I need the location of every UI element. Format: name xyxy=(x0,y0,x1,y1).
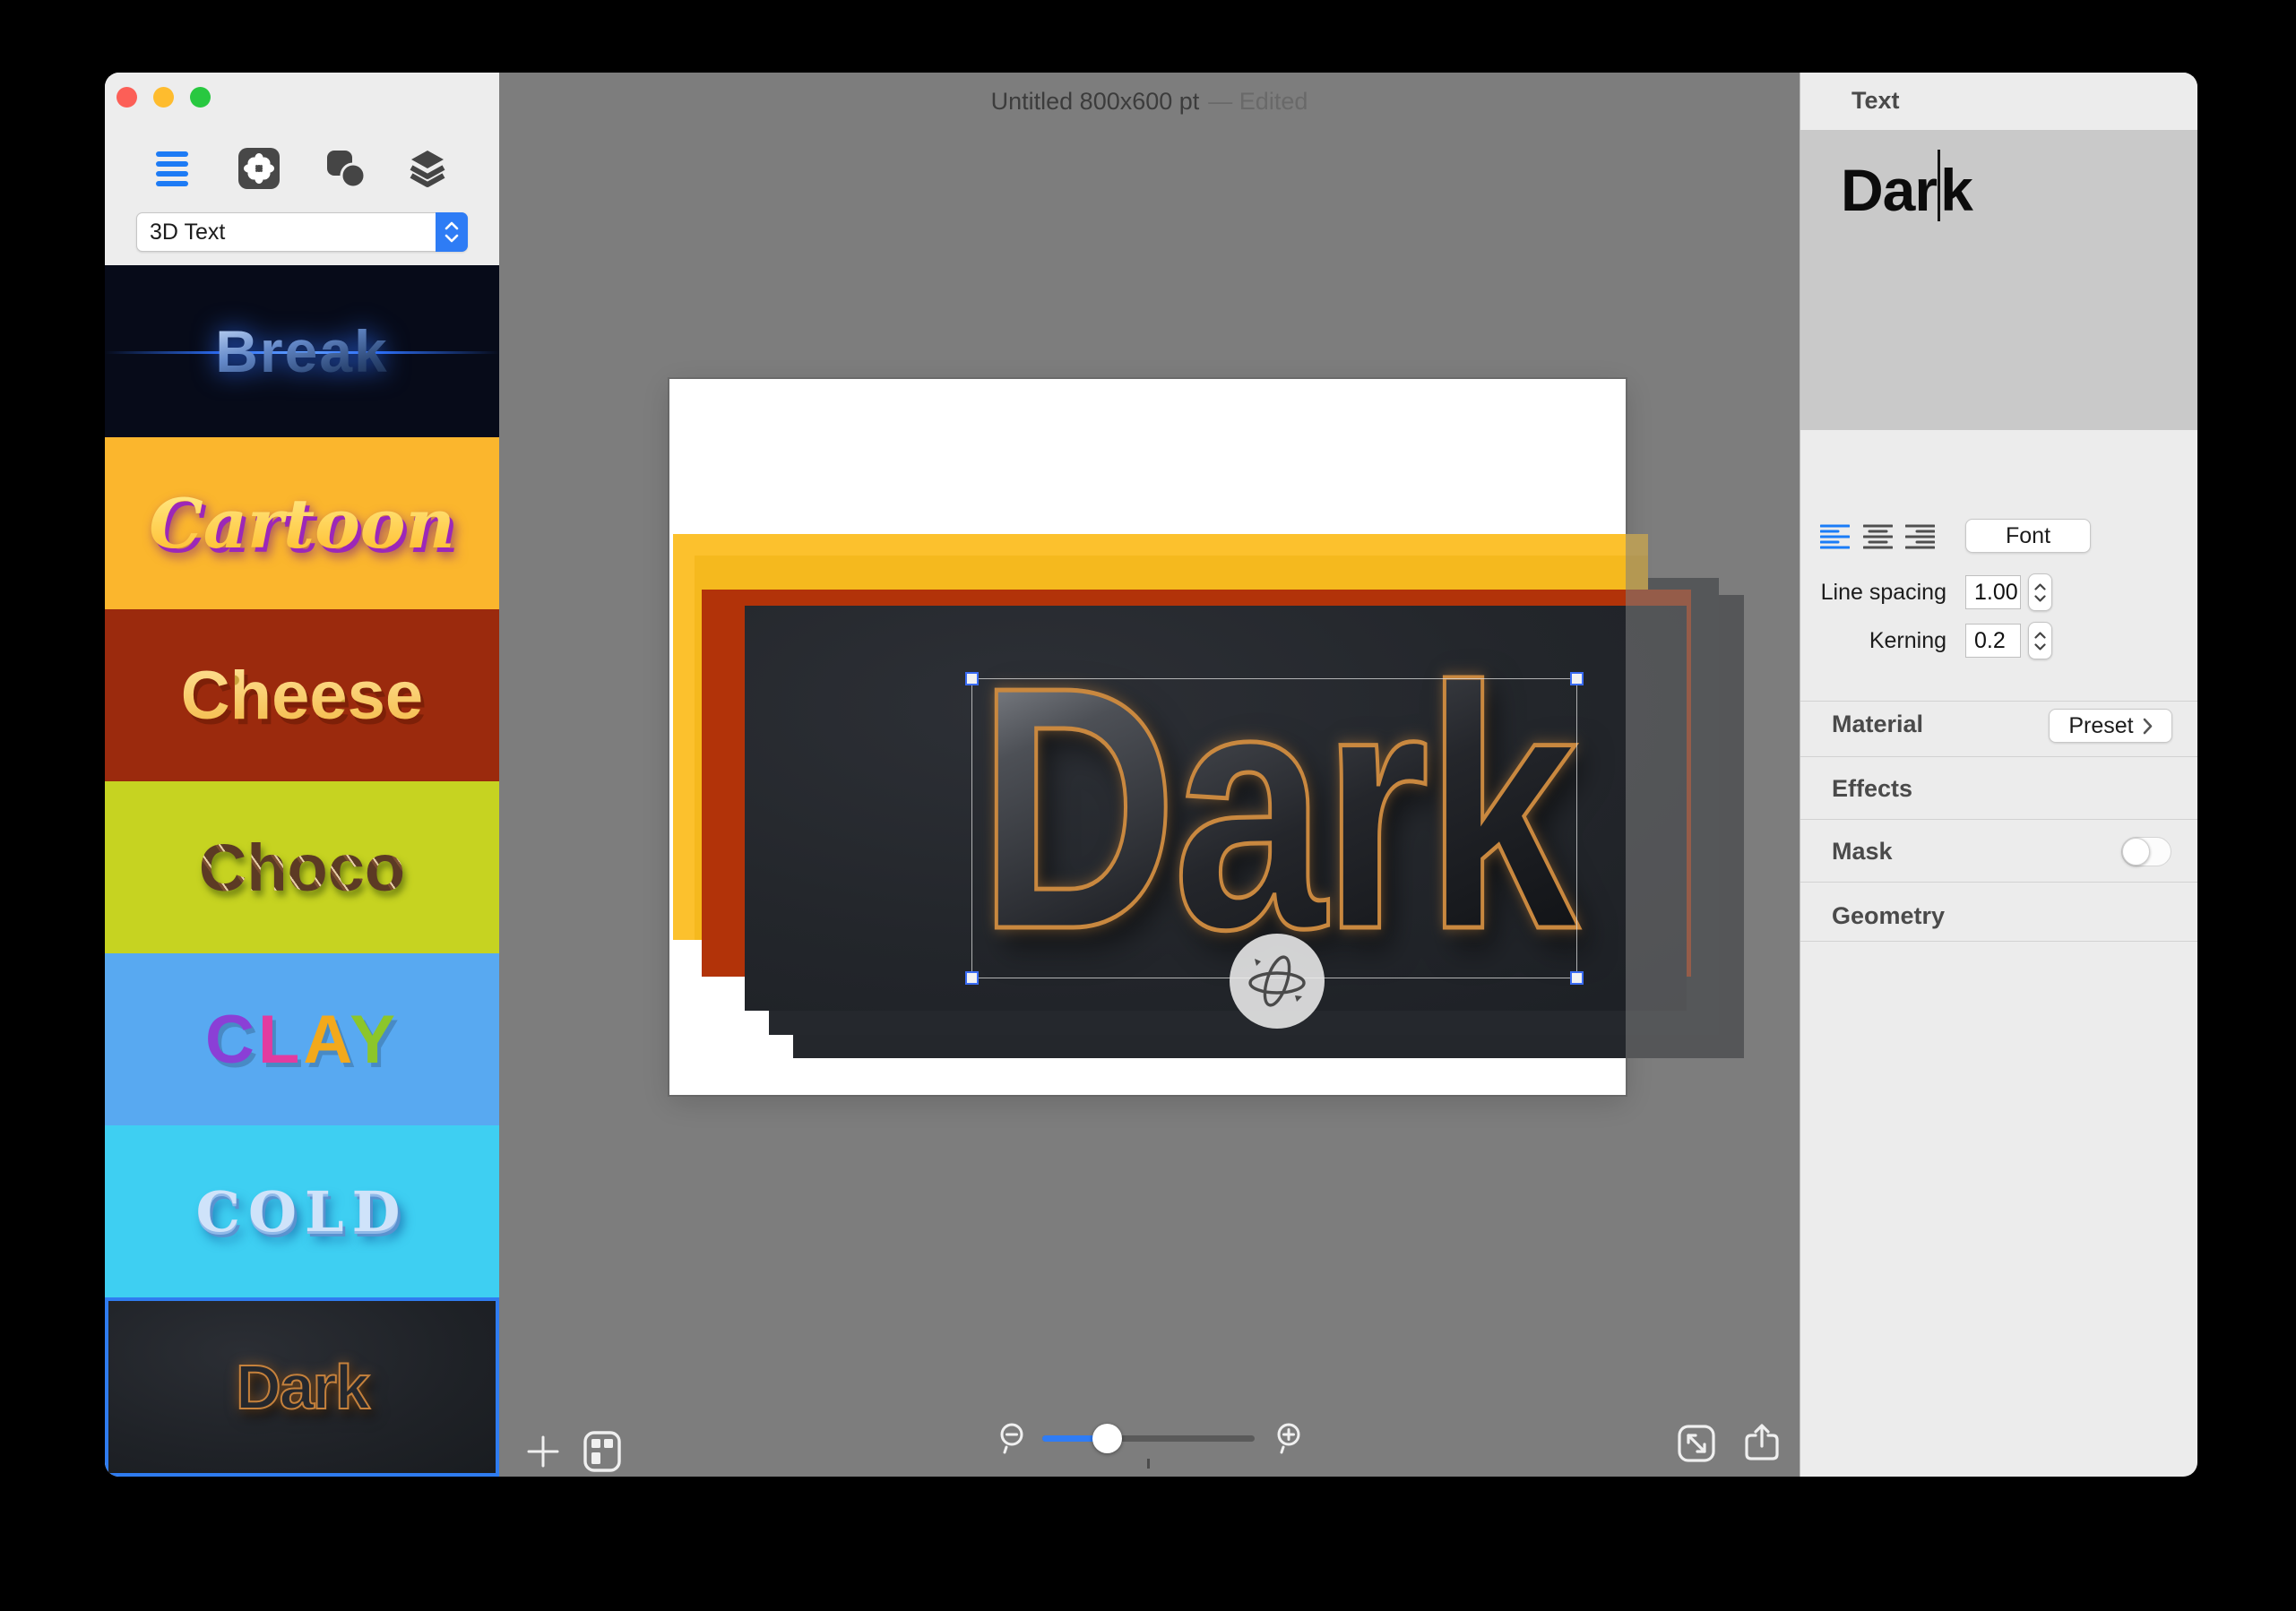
kerning-stepper[interactable] xyxy=(2028,622,2052,659)
app-window: 3D Text Break Cartoon Cheese Choco xyxy=(105,73,2197,1477)
zoom-slider-tick xyxy=(1147,1459,1150,1469)
preset-cartoon[interactable]: Cartoon xyxy=(105,437,499,609)
zoom-in-icon[interactable] xyxy=(1268,1420,1306,1458)
selection-handle-top-left[interactable] xyxy=(965,672,979,685)
category-dropdown[interactable]: 3D Text xyxy=(136,212,468,252)
edited-status: — Edited xyxy=(1208,88,1308,115)
mask-section: Mask xyxy=(1832,838,1893,866)
preset-cheese-label: Cheese xyxy=(181,657,423,735)
out-of-page-dim xyxy=(499,1095,1800,1477)
align-center-button[interactable] xyxy=(1863,524,1893,549)
preset-cold[interactable]: COLD xyxy=(105,1125,499,1297)
kerning-label: Kerning xyxy=(1800,628,1946,654)
resize-canvas-button[interactable] xyxy=(1676,1423,1717,1464)
preset-clay[interactable]: CLAY xyxy=(105,953,499,1125)
preset-cold-label: COLD xyxy=(196,1179,409,1245)
zoom-slider-track[interactable] xyxy=(1042,1435,1255,1442)
layers-icon[interactable] xyxy=(406,147,449,190)
line-spacing-input[interactable]: 1.00 xyxy=(1965,575,2021,609)
preset-clay-label: CLAY xyxy=(205,1001,399,1079)
add-button[interactable] xyxy=(522,1431,564,1472)
dropdown-stepper-icon xyxy=(436,212,468,252)
text-section-title: Text xyxy=(1851,87,1900,115)
chevron-right-icon xyxy=(2143,718,2153,735)
preset-dark-label: Dark xyxy=(236,1351,368,1423)
selection-handle-bottom-left[interactable] xyxy=(965,971,979,985)
minimize-button[interactable] xyxy=(153,87,174,108)
window-title: Untitled 800x600 pt — Edited xyxy=(499,88,1800,116)
line-spacing-label: Line spacing xyxy=(1800,580,1946,606)
divider xyxy=(1800,701,2197,702)
material-section: Material xyxy=(1832,711,1923,738)
selection-handle-bottom-right[interactable] xyxy=(1570,971,1584,985)
preset-break[interactable]: Break xyxy=(105,265,499,437)
font-button[interactable]: Font xyxy=(1965,519,2091,553)
mask-toggle-knob xyxy=(2122,838,2150,866)
collage-layout-button[interactable] xyxy=(580,1429,625,1474)
preset-break-label: Break xyxy=(215,317,388,385)
sidebar: 3D Text Break Cartoon Cheese Choco xyxy=(105,73,499,1477)
out-of-page-dim xyxy=(1626,379,1800,1095)
inspector-panel: Text Dark xyxy=(1800,73,2197,1477)
zoom-out-icon[interactable] xyxy=(995,1420,1032,1458)
divider xyxy=(1800,756,2197,757)
close-button[interactable] xyxy=(117,87,137,108)
category-dropdown-value: 3D Text xyxy=(150,213,225,251)
template-list-icon[interactable] xyxy=(151,147,194,190)
preset-cartoon-label: Cartoon xyxy=(149,484,455,564)
document-name: Untitled 800x600 pt xyxy=(991,88,1200,115)
zoom-window-button[interactable] xyxy=(190,87,211,108)
line-spacing-stepper[interactable] xyxy=(2028,573,2052,611)
rotate-3d-handle[interactable] xyxy=(1230,934,1325,1029)
geometry-section: Geometry xyxy=(1832,902,1945,930)
align-right-button[interactable] xyxy=(1905,524,1935,549)
preset-choco[interactable]: Choco xyxy=(105,781,499,953)
text-section-header: Text xyxy=(1800,73,2197,130)
preset-choco-label: Choco xyxy=(199,830,405,906)
preset-list: Break Cartoon Cheese Choco CLAY COLD Dar… xyxy=(105,265,499,1477)
kerning-input[interactable]: 0.2 xyxy=(1965,624,2021,658)
sidebar-toolbar: 3D Text xyxy=(105,73,499,265)
mask-toggle[interactable] xyxy=(2121,837,2171,866)
material-preset-button[interactable]: Preset xyxy=(2049,709,2172,743)
selection-handle-top-right[interactable] xyxy=(1570,672,1584,685)
out-of-page-dim xyxy=(499,379,669,1095)
canvas-area[interactable]: Dark Untitled 800x600 pt— Edited xyxy=(499,73,1800,1477)
divider xyxy=(1800,819,2197,820)
preset-dark-selected[interactable]: Dark xyxy=(105,1297,499,1477)
settings-icon[interactable] xyxy=(237,147,281,190)
align-left-button[interactable] xyxy=(1820,524,1850,549)
zoom-slider-thumb[interactable] xyxy=(1092,1424,1122,1453)
share-export-button[interactable] xyxy=(1741,1423,1782,1464)
preset-cheese[interactable]: Cheese xyxy=(105,609,499,781)
text-input-value: Dark xyxy=(1841,150,1972,224)
text-input-area[interactable]: Dark xyxy=(1800,130,2197,430)
out-of-page-dim xyxy=(499,73,1800,379)
effects-section: Effects xyxy=(1832,775,1912,803)
divider xyxy=(1800,941,2197,942)
shapes-icon[interactable] xyxy=(324,147,367,190)
divider xyxy=(1800,882,2197,883)
list-bars-icon xyxy=(156,151,188,186)
gear-icon xyxy=(238,148,280,189)
